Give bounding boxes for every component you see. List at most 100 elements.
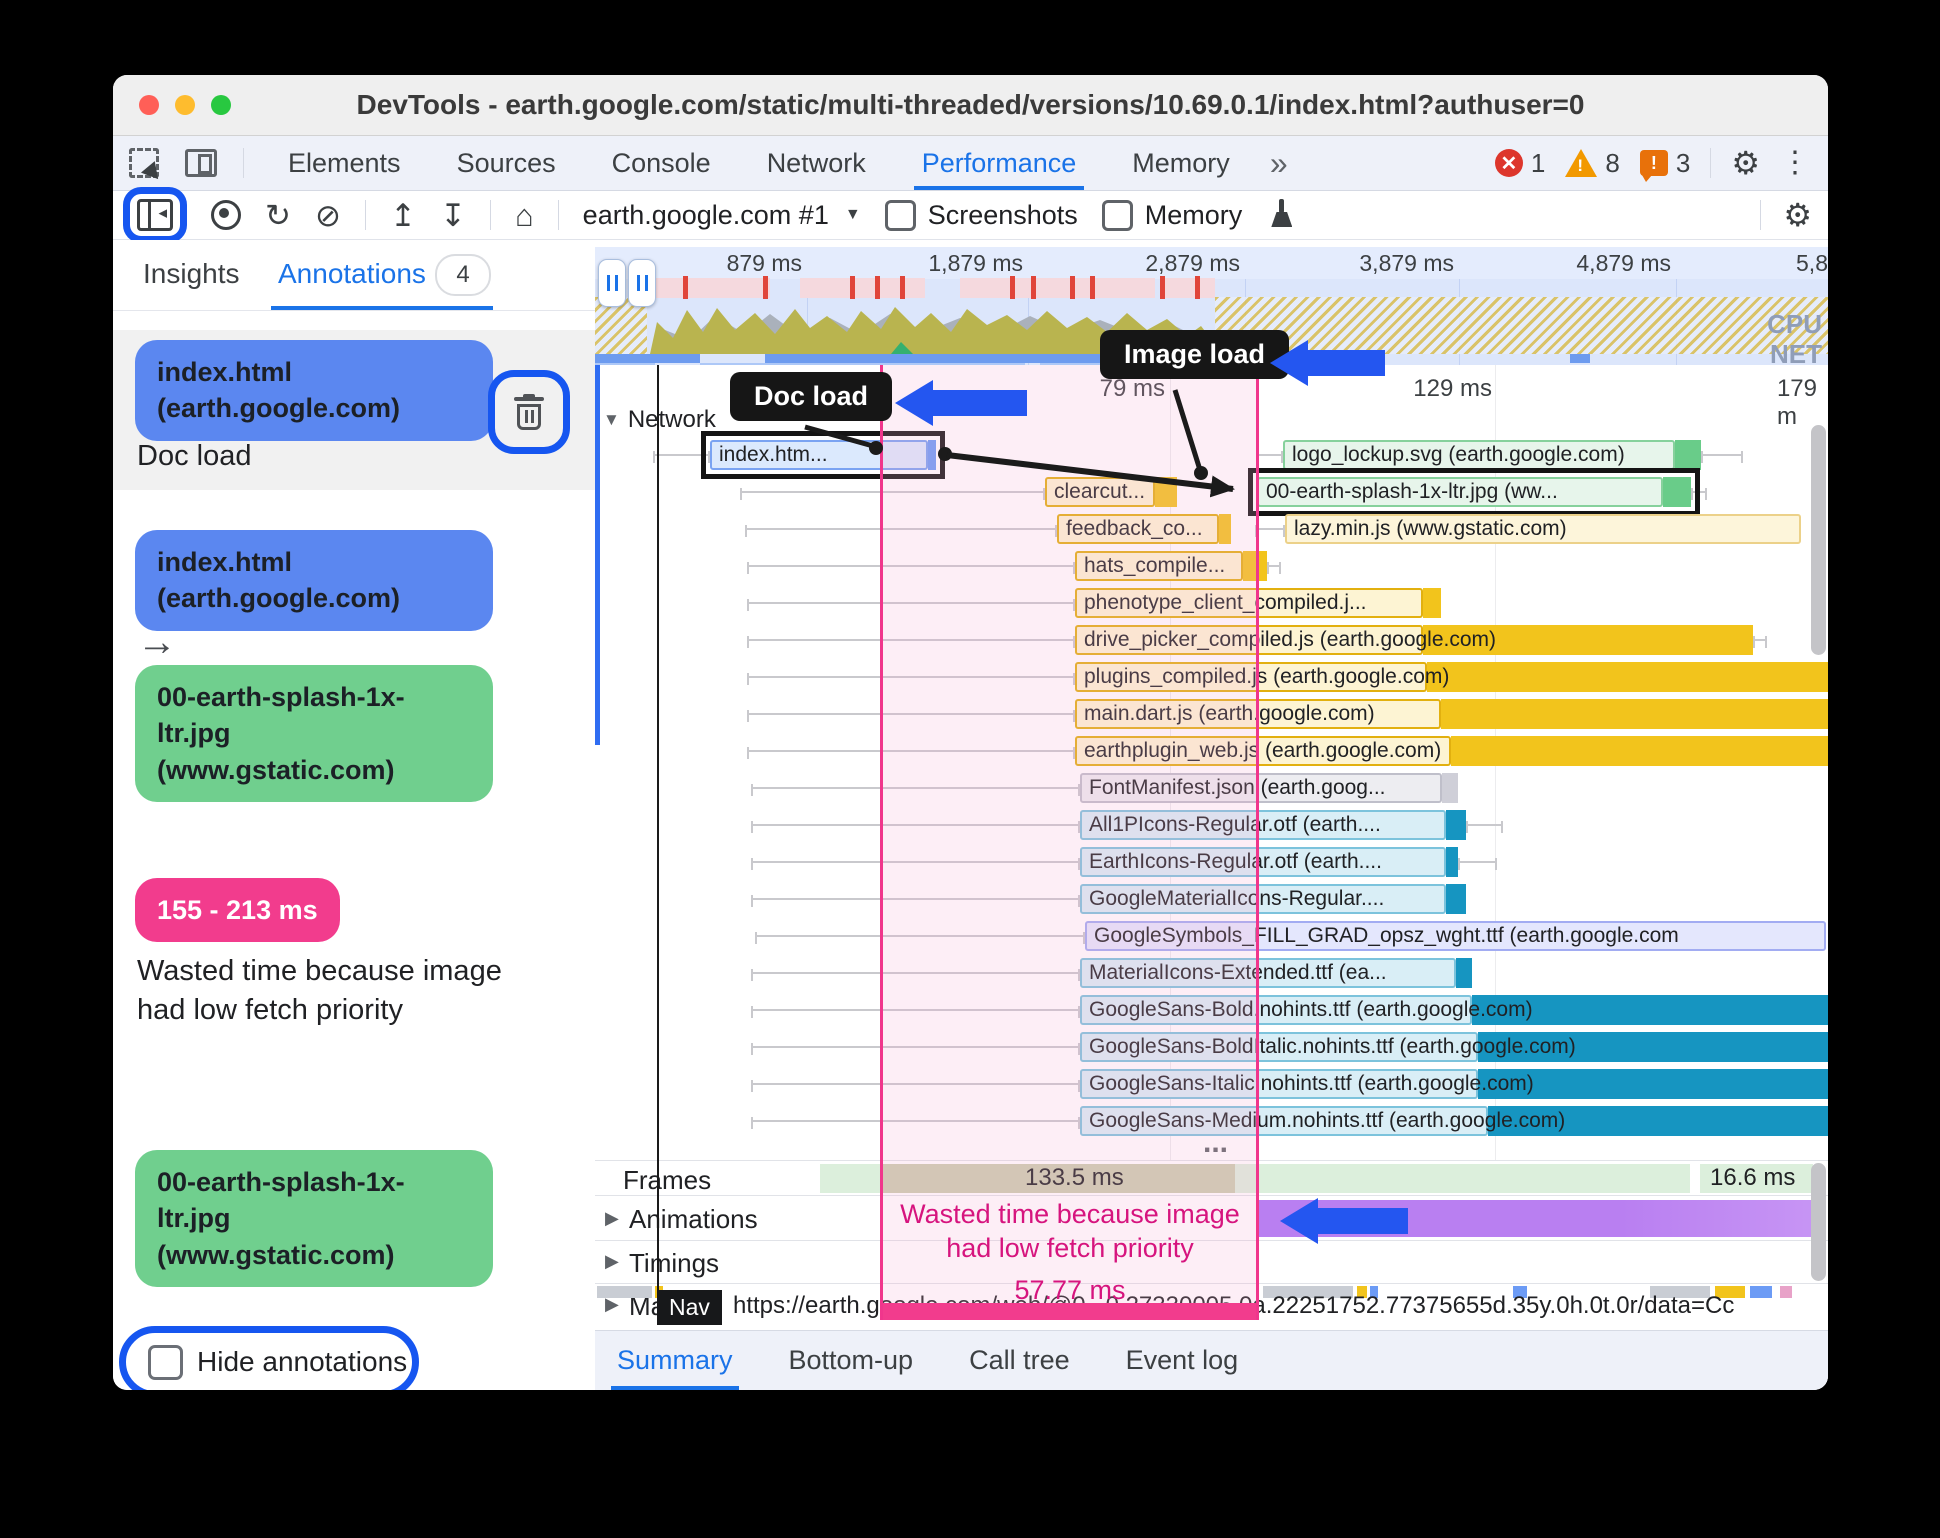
divider [1760,200,1762,230]
tab-insights[interactable]: Insights [143,258,240,290]
request-whisker [751,821,1080,833]
inspect-element-icon[interactable] [129,148,159,178]
annotation-pill-index-html-2[interactable]: index.html (earth.google.com) [135,530,493,631]
collect-garbage-icon[interactable] [1266,199,1296,231]
tab-sources[interactable]: Sources [457,136,556,190]
upload-profile-icon[interactable]: ↥ [390,200,416,231]
capture-settings-gear-icon[interactable]: ⚙ [1783,199,1812,231]
request-whisker [747,747,1075,759]
annotation-pill-index-html[interactable]: index.html (earth.google.com) [135,340,493,441]
download-profile-icon[interactable]: ↧ [440,200,466,231]
overflow-ellipsis[interactable]: ... [1203,1126,1228,1160]
recording-select[interactable]: earth.google.com #1 ▼ [583,200,861,231]
tab-network[interactable]: Network [767,136,866,190]
request-whisker [1691,488,1707,500]
network-request-bar[interactable]: MaterialIcons-Extended.ttf (ea... [1080,958,1472,988]
hide-annotations-checkbox[interactable] [148,1344,183,1380]
kebab-menu-icon[interactable]: ⋮ [1780,148,1810,178]
main-track-url: https://earth.google.com/web/@0...0.2733… [733,1292,1735,1319]
annotation-pill-time-range[interactable]: 155 - 213 ms [135,878,340,943]
request-whisker [755,932,1085,944]
device-toolbar-icon[interactable] [185,149,217,177]
network-request-label: GoogleSans-Italic.nohints.ttf (earth.goo… [1089,1072,1534,1095]
tab-console[interactable]: Console [612,136,711,190]
network-request-bar[interactable]: earthplugin_web.js (earth.google.com) [1075,736,1828,766]
network-request-bar[interactable]: GoogleSans-Bold.nohints.ttf (earth.googl… [1080,995,1828,1025]
request-whisker [751,895,1080,907]
network-request-bar[interactable]: index.htm... [701,431,945,479]
screenshot-stage: DevTools - earth.google.com/static/multi… [0,0,1940,1538]
doc-load-callout: Doc load [730,372,893,421]
network-request-bar[interactable]: 00-earth-splash-1x-ltr.jpg (ww... [1248,468,1700,516]
network-request-bar[interactable]: All1PIcons-Regular.otf (earth.... [1080,810,1466,840]
tab-elements[interactable]: Elements [288,136,401,190]
bottom-tab-bar: Summary Bottom-up Call tree Event log [595,1330,1828,1390]
request-whisker [747,636,1075,648]
network-request-label: earthplugin_web.js (earth.google.com) [1084,739,1442,762]
request-whisker [1257,451,1283,463]
request-whisker [751,1043,1080,1055]
network-request-bar[interactable]: GoogleSans-BoldItalic.nohints.ttf (earth… [1080,1032,1828,1062]
network-request-bar[interactable]: GoogleSans-Medium.nohints.ttf (earth.goo… [1080,1106,1828,1136]
network-request-bar[interactable]: EarthIcons-Regular.otf (earth.... [1080,847,1458,877]
blue-arrow-wasted-time [1280,1198,1408,1244]
network-track-header[interactable]: ▼ Network [603,406,716,434]
delete-annotation-highlight-ring [488,370,570,454]
network-request-bar[interactable]: GoogleSans-Italic.nohints.ttf (earth.goo… [1080,1069,1828,1099]
nav-marker-badge: Nav [657,1290,722,1325]
network-request-label: lazy.min.js (www.gstatic.com) [1294,517,1567,540]
blue-arrow-image-load [1270,340,1385,386]
tracks-scrollbar[interactable] [1811,1163,1826,1281]
annotation-label-wasted-time: Wasted time because image had low fetch … [137,955,502,1027]
network-request-bar[interactable]: GoogleMaterialIcons-Regular.... [1080,884,1466,914]
network-request-bar[interactable]: main.dart.js (earth.google.com) [1075,699,1828,729]
show-sidebar-icon[interactable] [137,199,173,231]
reload-and-record-icon[interactable]: ↻ [265,200,291,231]
network-request-bar[interactable]: FontManifest.json (earth.goog... [1080,773,1458,803]
annotations-count-badge: 4 [435,254,491,296]
network-request-label: GoogleSans-BoldItalic.nohints.ttf (earth… [1089,1035,1576,1058]
vertical-scrollbar[interactable] [1811,425,1826,655]
divider [1710,148,1712,178]
clear-recording-icon[interactable]: ⊘ [315,200,341,231]
network-request-label: GoogleMaterialIcons-Regular.... [1089,887,1385,910]
network-request-bar[interactable]: hats_compile... [1075,551,1267,581]
home-live-metrics-icon[interactable]: ⌂ [515,200,534,231]
more-tabs-icon[interactable]: » [1270,145,1288,182]
memory-checkbox-row[interactable]: Memory [1101,199,1242,231]
screenshots-checkbox[interactable] [884,199,916,231]
issues-badge[interactable]: ! 3 [1639,148,1690,182]
error-badge[interactable]: ✕ 1 [1494,148,1545,179]
tab-summary[interactable]: Summary [611,1331,739,1390]
warning-badge[interactable]: ! 8 [1565,148,1620,179]
network-request-bar[interactable]: logo_lockup.svg (earth.google.com) [1283,440,1701,470]
tab-event-log[interactable]: Event log [1126,1331,1239,1390]
record-button[interactable] [211,200,241,230]
network-request-bar[interactable]: lazy.min.js (www.gstatic.com) [1285,514,1801,544]
tab-performance[interactable]: Performance [913,136,1084,190]
network-request-bar[interactable]: clearcut... [1045,477,1177,507]
annotation-label-doc-load: Doc load [137,440,252,472]
tab-bottom-up[interactable]: Bottom-up [789,1331,914,1390]
network-request-bar[interactable]: phenotype_client_compiled.j... [1075,588,1441,618]
annotation-pill-splash-jpg[interactable]: 00-earth-splash-1x-ltr.jpg (www.gstatic.… [135,665,493,803]
network-request-bar[interactable]: feedback_co... [1057,514,1231,544]
network-request-bar[interactable]: drive_picker_compiled.js (earth.google.c… [1075,625,1753,655]
divider [557,200,559,230]
hide-annotations-label: Hide annotations [197,1346,408,1377]
settings-gear-icon[interactable]: ⚙ [1731,147,1760,179]
tab-memory[interactable]: Memory [1132,136,1230,190]
request-whisker [1267,562,1281,574]
network-request-label: main.dart.js (earth.google.com) [1084,702,1375,725]
tab-call-tree[interactable]: Call tree [969,1331,1070,1390]
network-request-label: feedback_co... [1066,517,1203,540]
tab-annotations[interactable]: Annotations [278,258,426,290]
network-request-label: FontManifest.json (earth.goog... [1089,776,1386,799]
annotation-pill-splash-jpg-2[interactable]: 00-earth-splash-1x-ltr.jpg (www.gstatic.… [135,1150,493,1288]
request-whisker [745,525,1057,537]
network-request-bar[interactable]: GoogleSymbols_FILL_GRAD_opsz_wght.ttf (e… [1085,921,1826,951]
network-request-bar[interactable]: plugins_compiled.js (earth.google.com) [1075,662,1828,692]
trash-icon[interactable] [514,394,544,430]
memory-checkbox[interactable] [1101,199,1133,231]
screenshots-checkbox-row[interactable]: Screenshots [884,199,1078,231]
